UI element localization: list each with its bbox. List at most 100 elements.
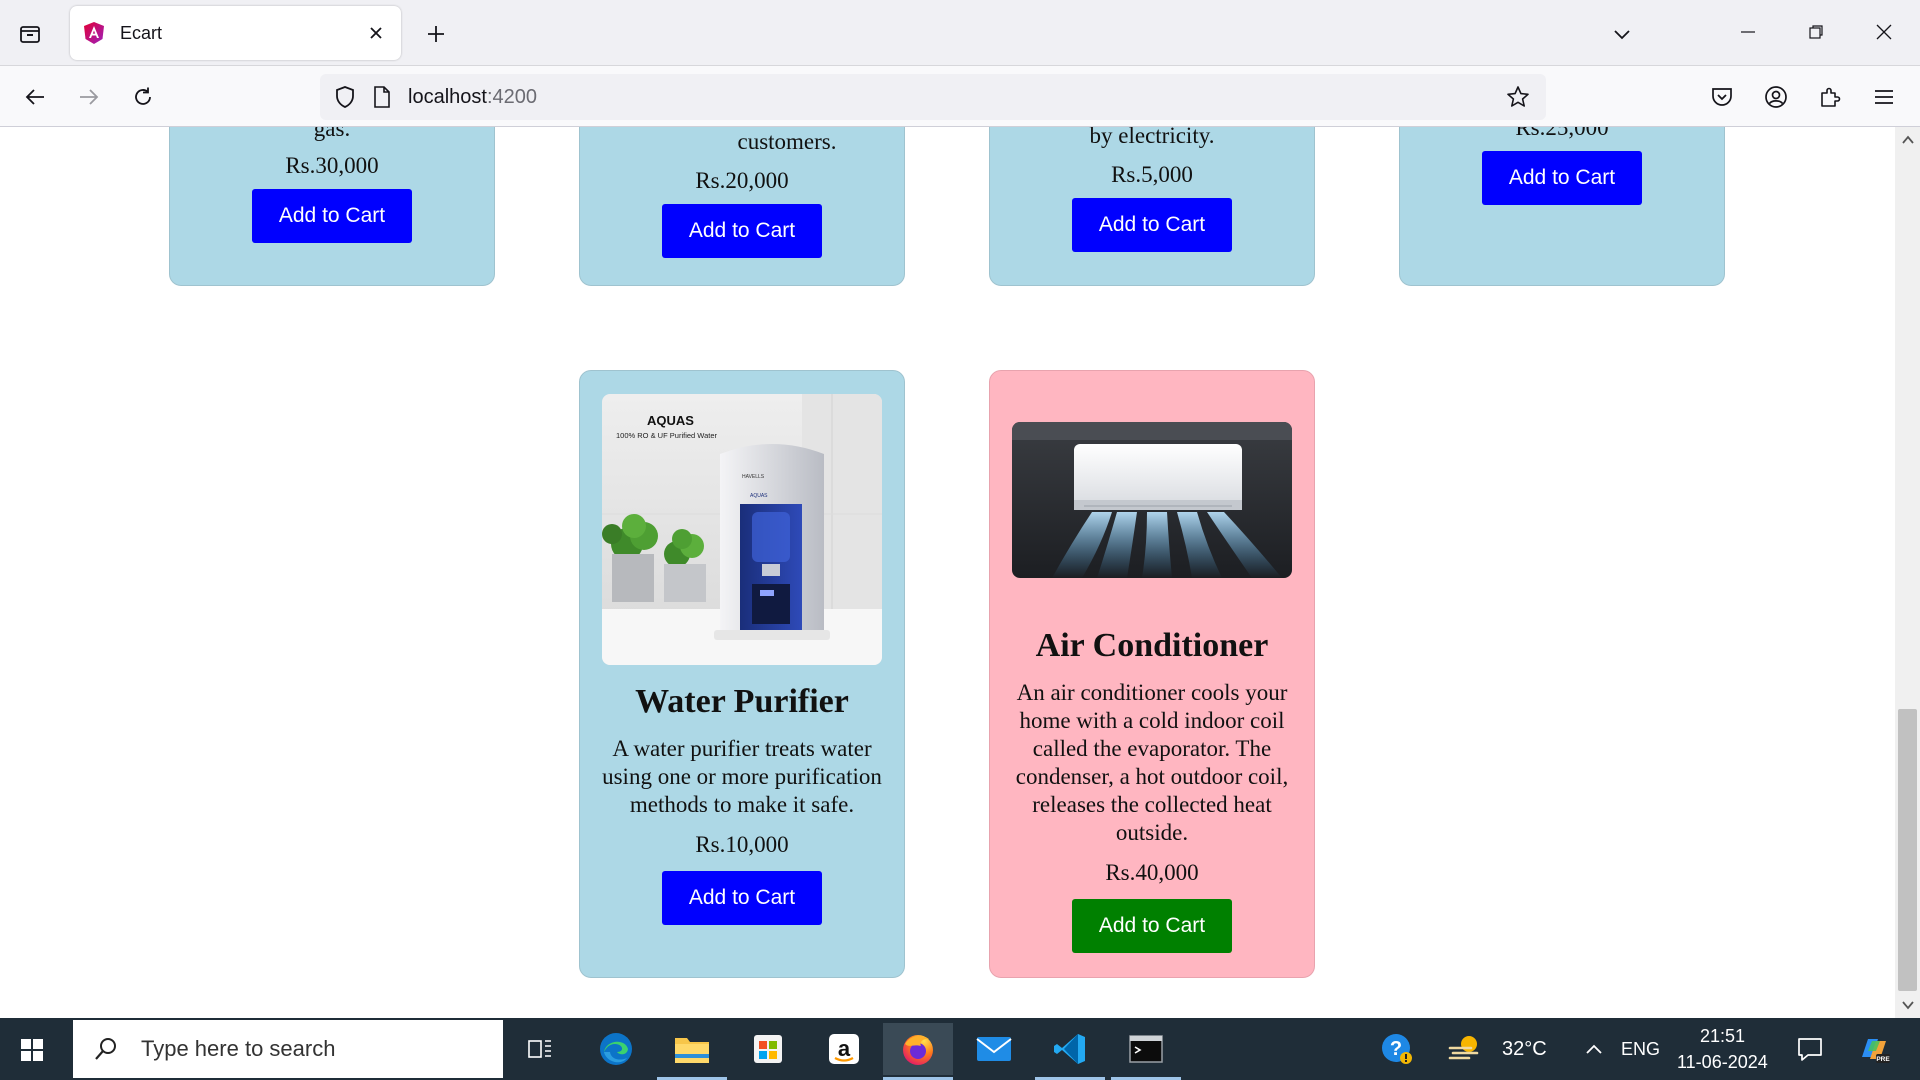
forward-button[interactable] [70, 78, 108, 116]
scroll-down-button[interactable] [1895, 994, 1920, 1016]
svg-text:AQUAS: AQUAS [750, 493, 768, 499]
task-view-icon [528, 1040, 551, 1058]
edge-taskbar-icon[interactable] [581, 1023, 651, 1075]
product-description: customers. [737, 129, 837, 154]
product-description: by electricity. [1089, 127, 1215, 148]
product-card: customers. Rs.20,000 Add to Cart [579, 127, 905, 286]
firefox-taskbar-icon[interactable] [883, 1023, 953, 1080]
image-brand-text: AQUAS [647, 413, 694, 428]
product-image-air-conditioner [1012, 422, 1292, 578]
svg-text:a: a [838, 1036, 851, 1061]
tab-title: Ecart [120, 22, 163, 43]
notification-icon [1798, 1038, 1822, 1061]
close-icon [1876, 24, 1892, 40]
pocket-icon [1712, 88, 1732, 106]
account-icon [1765, 86, 1787, 108]
vscode-taskbar-icon[interactable] [1035, 1023, 1105, 1080]
plus-icon [428, 26, 444, 42]
page-info-icon[interactable] [370, 85, 394, 109]
search-icon [91, 1034, 121, 1064]
scroll-up-button[interactable] [1895, 129, 1920, 151]
account-button[interactable] [1757, 78, 1795, 116]
product-price: Rs.20,000 [695, 168, 789, 193]
product-description: A water purifier treats water using one … [602, 736, 882, 817]
task-view-button[interactable] [505, 1023, 575, 1075]
chevron-down-icon [1614, 30, 1630, 40]
star-icon [1507, 86, 1529, 107]
url-host: localhost [408, 85, 487, 108]
windows-taskbar: Type here to search a ? 32°C ENG 21:51 1… [0, 1018, 1920, 1080]
chevron-up-icon [1586, 1044, 1602, 1054]
copilot-icon[interactable]: PRE [1846, 1023, 1902, 1075]
restore-button[interactable] [1794, 12, 1838, 52]
pocket-button[interactable] [1703, 78, 1741, 116]
product-name: Water Purifier [635, 683, 849, 720]
scrollbar-thumb[interactable] [1898, 709, 1917, 991]
product-card: by electricity. Rs.5,000 Add to Cart [989, 127, 1315, 286]
close-icon [370, 27, 382, 39]
puzzle-piece-icon [1821, 87, 1841, 107]
product-card-water-purifier: HAVELLS AQUAS AQUAS 100% RO & UF Purifie… [579, 370, 905, 978]
tab-ecart[interactable]: Ecart [70, 6, 401, 60]
hamburger-menu-icon [1875, 90, 1893, 104]
url-port: :4200 [486, 85, 537, 108]
extensions-button[interactable] [1811, 78, 1849, 116]
navigation-toolbar: localhost:4200 [0, 66, 1920, 127]
amazon-taskbar-icon[interactable]: a [809, 1023, 879, 1075]
help-tray-icon[interactable]: ? [1362, 1023, 1432, 1075]
svg-text:PRE: PRE [1876, 1056, 1890, 1063]
product-price: Rs.25,000 [1515, 127, 1609, 140]
clock-date[interactable]: 11-06-2024 [1677, 1052, 1768, 1073]
product-card-air-conditioner: Air Conditioner An air conditioner cools… [989, 370, 1315, 978]
restore-icon [1809, 25, 1823, 39]
close-window-button[interactable] [1862, 12, 1906, 52]
taskbar-search-box[interactable]: Type here to search [73, 1020, 503, 1078]
add-to-cart-button[interactable]: Add to Cart [1072, 899, 1232, 953]
reload-icon [135, 87, 151, 105]
firefox-view-button[interactable] [12, 16, 48, 52]
page-viewport: gas. Rs.30,000 Add to Cart customers. Rs… [0, 127, 1895, 1018]
back-button[interactable] [16, 78, 54, 116]
product-description: An air conditioner cools your home with … [1015, 680, 1289, 845]
mail-taskbar-icon[interactable] [959, 1023, 1029, 1075]
tracking-protection-shield-icon[interactable] [330, 82, 360, 112]
page-scrollbar[interactable] [1895, 127, 1920, 1018]
weather-temperature[interactable]: 32°C [1502, 1038, 1547, 1061]
reload-button[interactable] [124, 78, 162, 116]
file-explorer-taskbar-icon[interactable] [657, 1023, 727, 1080]
product-name: Air Conditioner [1035, 627, 1269, 664]
input-language-indicator[interactable]: ENG [1621, 1039, 1660, 1060]
minimize-button[interactable] [1726, 12, 1770, 52]
address-bar[interactable]: localhost:4200 [320, 74, 1546, 120]
new-tab-button[interactable] [418, 16, 454, 52]
add-to-cart-button[interactable]: Add to Cart [1072, 198, 1232, 252]
url-text[interactable]: localhost:4200 [408, 86, 1500, 109]
arrow-left-icon [25, 89, 44, 105]
add-to-cart-button[interactable]: Add to Cart [252, 189, 412, 243]
list-all-tabs-button[interactable] [1604, 16, 1640, 52]
terminal-taskbar-icon[interactable] [1111, 1023, 1181, 1080]
svg-text:HAVELLS: HAVELLS [742, 474, 765, 480]
product-price: Rs.30,000 [285, 153, 379, 178]
tab-close-button[interactable] [361, 18, 391, 48]
image-tagline-text: 100% RO & UF Purified Water [616, 431, 718, 440]
microsoft-store-taskbar-icon[interactable] [733, 1023, 803, 1075]
chevron-down-icon [1901, 1001, 1914, 1010]
product-price: Rs.40,000 [1105, 860, 1199, 885]
clock-time[interactable]: 21:51 [1700, 1026, 1745, 1047]
app-menu-button[interactable] [1865, 78, 1903, 116]
weather-icon[interactable] [1440, 1023, 1490, 1075]
start-button[interactable] [14, 1032, 50, 1068]
chevron-up-icon [1901, 135, 1914, 144]
search-placeholder: Type here to search [141, 1036, 336, 1061]
notifications-button[interactable] [1782, 1023, 1838, 1075]
firefox-view-icon [20, 26, 40, 43]
show-hidden-icons-button[interactable] [1574, 1023, 1614, 1075]
product-card: gas. Rs.30,000 Add to Cart [169, 127, 495, 286]
bookmark-star-button[interactable] [1500, 79, 1536, 115]
add-to-cart-button[interactable]: Add to Cart [662, 204, 822, 258]
add-to-cart-button[interactable]: Add to Cart [1482, 151, 1642, 205]
arrow-right-icon [80, 89, 99, 105]
add-to-cart-button[interactable]: Add to Cart [662, 871, 822, 925]
angular-logo-icon [82, 21, 106, 45]
